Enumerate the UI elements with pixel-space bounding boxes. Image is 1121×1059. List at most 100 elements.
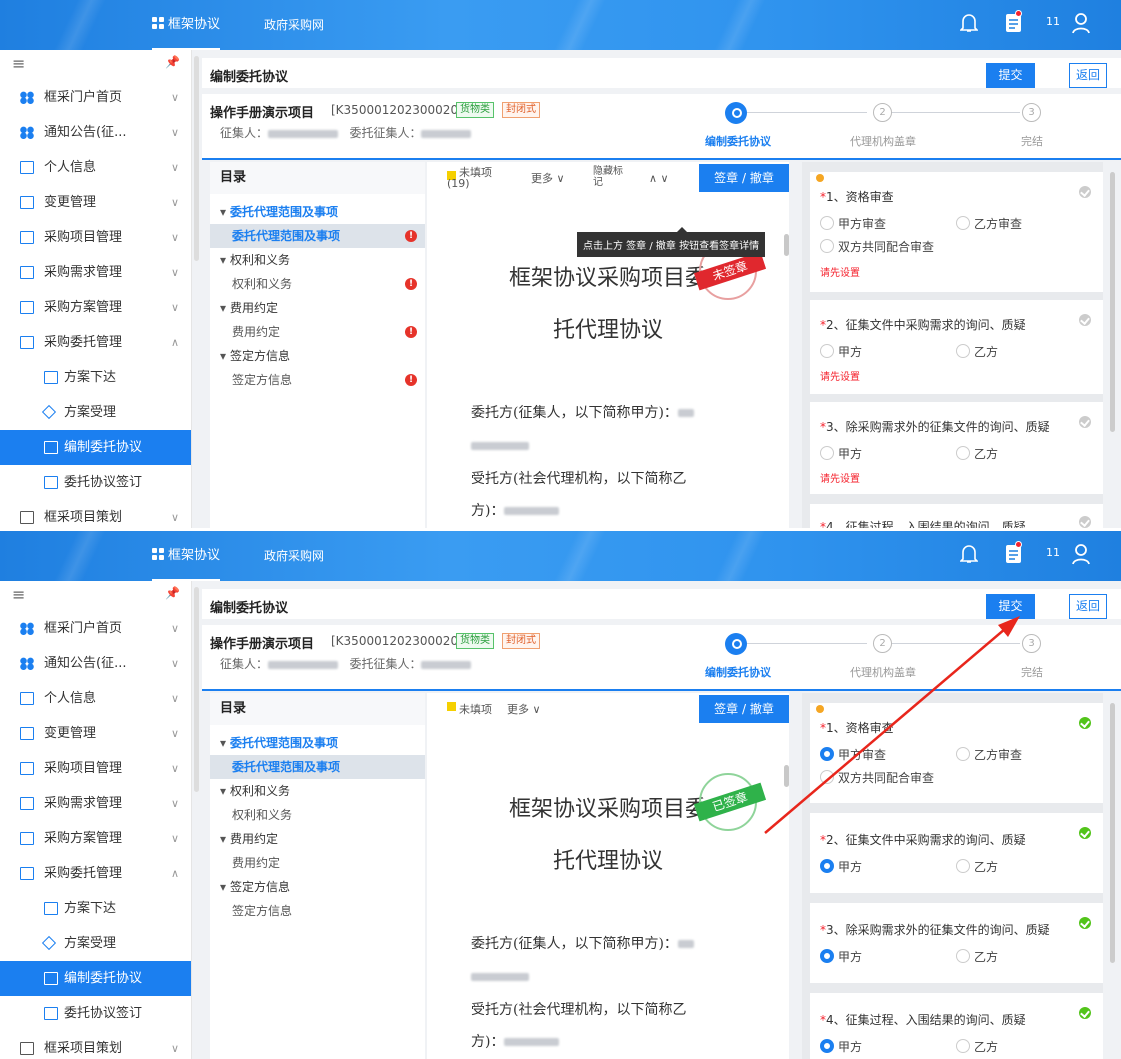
menu-toggle-icon[interactable]: ≡ — [12, 585, 25, 604]
toc-section[interactable]: 委托代理范围及事项 — [210, 200, 425, 224]
toc-section[interactable]: 签定方信息 — [210, 875, 425, 899]
toc-item[interactable]: 权利和义务 — [210, 803, 425, 827]
project-info: 操作手册演示项目 [K3500012023000205] 货物类 封闭式 征集人… — [202, 625, 1121, 691]
sidebar-item-project[interactable]: 采购项目管理 ∨ — [0, 751, 191, 786]
portal-icon — [20, 91, 34, 104]
sidebar-item-edit-agreement[interactable]: 编制委托协议 — [0, 961, 191, 996]
question-panel: *1、资格审查 甲方审查 乙方审查 双方共同配合审查 *2、征集文件中采购需求的… — [802, 693, 1115, 1059]
sidebar-item-accept[interactable]: 方案受理 — [0, 395, 191, 430]
sidebar-item-plan[interactable]: 采购方案管理 ∨ — [0, 290, 191, 325]
question-scrollbar[interactable] — [1110, 703, 1115, 963]
status-check-icon — [1079, 416, 1091, 428]
user-icon[interactable] — [1071, 12, 1091, 34]
radio-option[interactable]: 乙方 — [956, 343, 998, 360]
sidebar-item-entrust[interactable]: 采购委托管理 ∧ — [0, 856, 191, 891]
nav-framework[interactable]: 框架协议 — [152, 17, 221, 50]
back-button[interactable]: 返回 — [1069, 594, 1107, 619]
nav-gov-procurement[interactable]: 政府采购网 — [264, 548, 324, 564]
accept-icon — [41, 404, 57, 420]
radio-option-selected[interactable]: 甲方审查 — [820, 746, 886, 763]
sidebar-item-project[interactable]: 采购项目管理 ∨ — [0, 220, 191, 255]
radio-option[interactable]: 乙方 — [956, 948, 998, 965]
radio-option[interactable]: 乙方 — [956, 445, 998, 462]
radio-option[interactable]: 乙方审查 — [956, 746, 1022, 763]
bell-icon[interactable] — [960, 12, 978, 34]
radio-option[interactable]: 双方共同配合审查 — [820, 238, 934, 255]
sidebar-item-notice[interactable]: 通知公告(征... ∨ — [0, 115, 191, 150]
sidebar-item-issue[interactable]: 方案下达 — [0, 360, 191, 395]
radio-option[interactable]: 乙方 — [956, 1038, 998, 1055]
question-card-2: *2、征集文件中采购需求的询问、质疑 甲方 乙方 — [810, 813, 1103, 893]
toc-item[interactable]: 签定方信息 — [210, 899, 425, 923]
pin-icon[interactable]: 📌 — [165, 586, 180, 600]
toc-item[interactable]: 委托代理范围及事项! — [210, 224, 425, 248]
sidebar-item-personal[interactable]: 个人信息 ∨ — [0, 150, 191, 185]
prev-next-arrows[interactable]: ∧ ∨ — [649, 173, 669, 184]
sidebar-item-change[interactable]: 变更管理 ∨ — [0, 716, 191, 751]
pin-icon[interactable]: 📌 — [165, 55, 180, 69]
sidebar-item-sign-agreement[interactable]: 委托协议签订 — [0, 996, 191, 1031]
toc-section[interactable]: 权利和义务 — [210, 248, 425, 272]
radio-option[interactable]: 甲方审查 — [820, 215, 886, 232]
sidebar-item-portal[interactable]: 框采门户首页 ∨ — [0, 80, 191, 115]
hide-marks-button[interactable]: 隐藏标 — [593, 166, 623, 177]
nav-gov-procurement[interactable]: 政府采购网 — [264, 17, 324, 33]
sidebar-item-edit-agreement[interactable]: 编制委托协议 — [0, 430, 191, 465]
sidebar-item-sign-agreement[interactable]: 委托协议签订 — [0, 465, 191, 500]
radio-option[interactable]: 乙方审查 — [956, 215, 1022, 232]
more-dropdown[interactable]: 更多 ∨ — [507, 704, 541, 715]
toc-item[interactable]: 费用约定! — [210, 320, 425, 344]
user-icon[interactable] — [1071, 543, 1091, 565]
doc-scrollbar[interactable] — [784, 765, 789, 787]
submit-button[interactable]: 提交 — [986, 594, 1035, 619]
more-dropdown[interactable]: 更多 ∨ — [531, 173, 565, 184]
question-4-title: *4、征集过程、入围结果的询问、质疑 — [820, 1013, 1026, 1027]
radio-option[interactable]: 甲方 — [820, 445, 862, 462]
sidebar-scrollbar[interactable] — [194, 56, 199, 261]
radio-option[interactable]: 双方共同配合审查 — [820, 769, 934, 786]
page-header: 编制委托协议 提交 返回 — [202, 589, 1121, 619]
toc-item[interactable]: 委托代理范围及事项 — [210, 755, 425, 779]
toc-section[interactable]: 费用约定 — [210, 827, 425, 851]
toc-item[interactable]: 权利和义务! — [210, 272, 425, 296]
question-2-title: *2、征集文件中采购需求的询问、质疑 — [820, 318, 1026, 332]
doc-toolbar: 未填项 (19) 更多 ∨ 隐藏标 记 ∧ ∨ 签章 / 撤章 — [427, 162, 789, 194]
nav-framework[interactable]: 框架协议 — [152, 548, 221, 581]
toc-item[interactable]: 签定方信息! — [210, 368, 425, 392]
doc-scrollbar[interactable] — [784, 234, 789, 256]
sidebar-item-planning[interactable]: 框采项目策划 ∨ — [0, 500, 191, 528]
sign-revoke-button[interactable]: 签章 / 撤章 — [699, 164, 789, 192]
sidebar-item-planning[interactable]: 框采项目策划 ∨ — [0, 1031, 191, 1059]
sidebar-item-notice[interactable]: 通知公告(征... ∨ — [0, 646, 191, 681]
sidebar-item-personal[interactable]: 个人信息 ∨ — [0, 681, 191, 716]
tag-closed: 封闭式 — [502, 633, 540, 649]
radio-option[interactable]: 甲方 — [820, 343, 862, 360]
menu-toggle-icon[interactable]: ≡ — [12, 54, 25, 73]
radio-option-selected[interactable]: 甲方 — [820, 1038, 862, 1055]
sidebar-scrollbar[interactable] — [194, 587, 199, 792]
submit-button[interactable]: 提交 — [986, 63, 1035, 88]
radio-option-selected[interactable]: 甲方 — [820, 948, 862, 965]
sidebar-item-demand[interactable]: 采购需求管理 ∨ — [0, 786, 191, 821]
toc-section[interactable]: 权利和义务 — [210, 779, 425, 803]
sidebar-item-plan[interactable]: 采购方案管理 ∨ — [0, 821, 191, 856]
sign-revoke-button[interactable]: 签章 / 撤章 — [699, 695, 789, 723]
sidebar-item-entrust[interactable]: 采购委托管理 ∧ — [0, 325, 191, 360]
toc-section[interactable]: 签定方信息 — [210, 344, 425, 368]
sidebar-item-change[interactable]: 变更管理 ∨ — [0, 185, 191, 220]
toc-section[interactable]: 委托代理范围及事项 — [210, 731, 425, 755]
sidebar-item-accept[interactable]: 方案受理 — [0, 926, 191, 961]
back-button[interactable]: 返回 — [1069, 63, 1107, 88]
radio-option[interactable]: 乙方 — [956, 858, 998, 875]
sidebar-item-portal[interactable]: 框采门户首页 ∨ — [0, 611, 191, 646]
radio-option-selected[interactable]: 甲方 — [820, 858, 862, 875]
toc-section[interactable]: 费用约定 — [210, 296, 425, 320]
bell-icon[interactable] — [960, 543, 978, 565]
tag-goods: 货物类 — [456, 102, 494, 118]
question-scrollbar[interactable] — [1110, 172, 1115, 432]
question-card-2: *2、征集文件中采购需求的询问、质疑 甲方 乙方 请先设置 — [810, 300, 1103, 394]
sidebar-item-demand[interactable]: 采购需求管理 ∨ — [0, 255, 191, 290]
edit-icon — [44, 972, 58, 985]
sidebar-item-issue[interactable]: 方案下达 — [0, 891, 191, 926]
toc-item[interactable]: 费用约定 — [210, 851, 425, 875]
